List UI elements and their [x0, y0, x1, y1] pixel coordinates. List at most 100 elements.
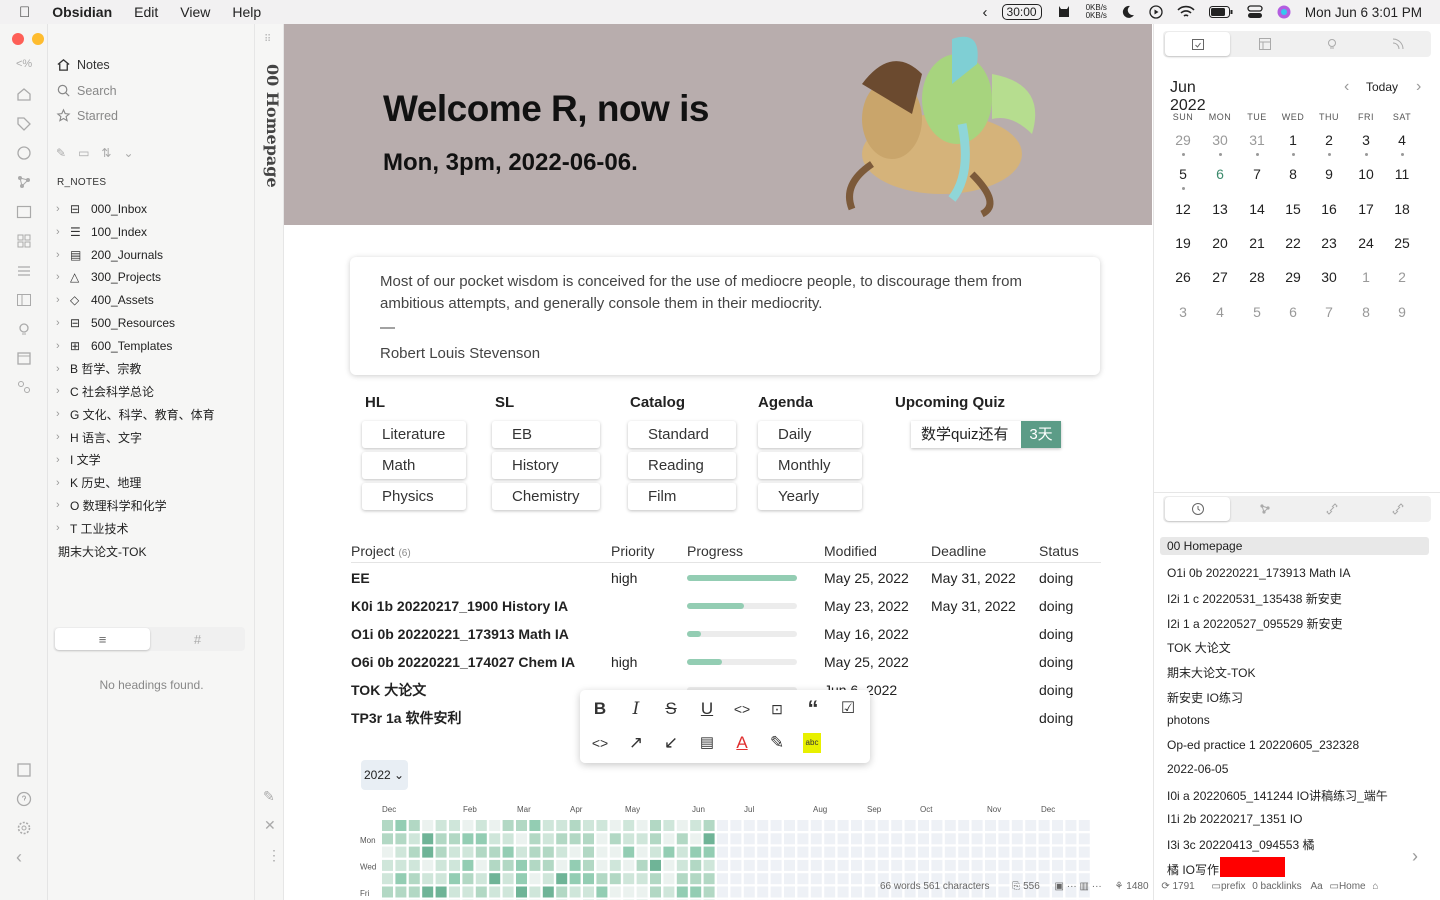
heatmap-cell[interactable] — [757, 859, 769, 871]
heatmap-cell[interactable] — [556, 820, 568, 831]
heatmap-cell[interactable] — [837, 846, 849, 858]
heatmap-cell[interactable] — [824, 873, 836, 885]
heatmap-cell[interactable] — [449, 859, 460, 871]
col-priority[interactable]: Priority — [611, 539, 655, 563]
link-button[interactable]: Yearly — [758, 483, 862, 510]
link-button[interactable]: History — [492, 452, 600, 479]
next-month-icon[interactable]: › — [1416, 78, 1421, 96]
house-icon[interactable] — [16, 86, 32, 102]
heatmap-cell[interactable] — [703, 846, 715, 858]
recent-file-item[interactable]: I0i a 20220605_141244 IO讲稿练习_端午 — [1167, 787, 1388, 804]
heatmap-cell[interactable] — [583, 886, 594, 898]
heatmap-cell[interactable] — [690, 820, 702, 831]
heatmap-cell[interactable] — [931, 846, 943, 858]
heatmap-cell[interactable] — [757, 846, 769, 858]
calendar-day[interactable]: 26 — [1165, 269, 1201, 285]
heatmap-cell[interactable] — [1011, 859, 1023, 871]
heatmap-cell[interactable] — [690, 859, 702, 871]
calendar-day[interactable]: 7 — [1311, 304, 1347, 320]
inline-code-icon[interactable]: <> — [730, 697, 754, 721]
sort-icon[interactable]: ⇅ — [101, 146, 111, 160]
heatmap-cell[interactable] — [931, 833, 943, 845]
heatmap-cell[interactable] — [395, 873, 407, 885]
heatmap-cell[interactable] — [810, 886, 822, 898]
heatmap-cell[interactable] — [851, 833, 862, 845]
heatmap-cell[interactable] — [851, 859, 862, 871]
col-project[interactable]: Project (6) — [351, 539, 411, 566]
heatmap-cell[interactable] — [784, 859, 795, 871]
folder-item[interactable]: › ⊟ 000_Inbox — [56, 199, 147, 219]
heatmap-cell[interactable] — [382, 873, 393, 885]
heatmap-cell[interactable] — [556, 859, 568, 871]
heatmap-cell[interactable] — [596, 833, 608, 845]
font-color-icon[interactable]: A — [730, 731, 754, 755]
heatmap-cell[interactable] — [462, 846, 474, 858]
folder-item[interactable]: › O 数理科学和化学 — [56, 495, 167, 515]
calendar-day[interactable]: 3 — [1165, 304, 1201, 320]
heatmap-cell[interactable] — [435, 820, 447, 831]
folder-item[interactable]: › H 语言、文字 — [56, 427, 142, 447]
calendar-day[interactable]: 17 — [1348, 201, 1384, 217]
graph-tab[interactable] — [1232, 497, 1297, 521]
heatmap-cell[interactable] — [609, 820, 621, 831]
highlight-icon[interactable]: abc — [803, 733, 821, 753]
heatmap-cell[interactable] — [1025, 846, 1037, 858]
heatmap-cell[interactable] — [717, 859, 728, 871]
calendar-day[interactable]: 13 — [1202, 201, 1238, 217]
heatmap-cell[interactable] — [529, 859, 541, 871]
heatmap-cell[interactable] — [408, 859, 420, 871]
heatmap-cell[interactable] — [931, 820, 943, 831]
heatmap-cell[interactable] — [395, 820, 407, 831]
calendar-day[interactable]: 11 — [1384, 166, 1420, 182]
calendar-day[interactable]: 19 — [1165, 235, 1201, 251]
heatmap-cell[interactable] — [810, 846, 822, 858]
heatmap-cell[interactable] — [958, 820, 970, 831]
heatmap-cell[interactable] — [676, 833, 688, 845]
project-name[interactable]: EE — [351, 564, 370, 592]
heatmap-cell[interactable] — [864, 859, 876, 871]
heatmap-cell[interactable] — [422, 846, 434, 858]
app-menu[interactable]: Obsidian — [52, 4, 112, 20]
tag-icon[interactable] — [16, 116, 32, 132]
heatmap-cell[interactable] — [529, 873, 541, 885]
heatmap-cell[interactable] — [623, 873, 635, 885]
calendar-day[interactable]: 8 — [1348, 304, 1384, 320]
heatmap-cell[interactable] — [784, 846, 795, 858]
heatmap-cell[interactable] — [690, 873, 702, 885]
heatmap-cell[interactable] — [958, 846, 970, 858]
calendar-day[interactable]: 18 — [1384, 201, 1420, 217]
folder-item[interactable]: › T 工业技术 — [56, 518, 128, 538]
heatmap-cell[interactable] — [636, 859, 648, 871]
edit-pencil-icon[interactable]: ✎ — [263, 788, 275, 805]
heatmap-cell[interactable] — [395, 833, 407, 845]
heatmap-cell[interactable] — [569, 873, 581, 885]
chevron-left-icon[interactable]: ‹ — [983, 4, 988, 21]
heatmap-cell[interactable] — [824, 846, 836, 858]
heatmap-cell[interactable] — [596, 846, 608, 858]
heatmap-cell[interactable] — [583, 873, 594, 885]
vertical-note-title[interactable]: 00 Homepage — [263, 64, 282, 188]
recent-file-item[interactable]: I1i 2b 20220217_1351 IO — [1167, 812, 1302, 826]
heatmap-cell[interactable] — [542, 820, 554, 831]
heatmap-cell[interactable] — [408, 820, 420, 831]
heatmap-cell[interactable] — [851, 873, 862, 885]
heatmap-cell[interactable] — [877, 859, 889, 871]
drag-handle-icon[interactable]: ⠿ — [264, 34, 271, 45]
recent-file-item[interactable]: 2022-06-05 — [1167, 762, 1228, 776]
recent-file-item[interactable]: 00 Homepage — [1160, 537, 1429, 555]
heatmap-cell[interactable] — [449, 886, 460, 898]
heatmap-cell[interactable] — [462, 820, 474, 831]
heatmap-cell[interactable] — [998, 820, 1010, 831]
heatmap-cell[interactable] — [609, 833, 621, 845]
collapse-left-icon[interactable]: ‹ — [16, 848, 32, 866]
pen-icon[interactable]: ✎ — [765, 731, 789, 755]
heatmap-cell[interactable] — [516, 820, 527, 831]
heatmap-cell[interactable] — [663, 873, 675, 885]
heatmap-cell[interactable] — [475, 833, 487, 845]
link-button[interactable]: EB — [492, 421, 600, 448]
outgoing-links-tab[interactable] — [1365, 497, 1430, 521]
heatmap-cell[interactable] — [489, 846, 501, 858]
strikethrough-icon[interactable]: S — [659, 697, 683, 721]
calendar-day[interactable]: 3 — [1348, 132, 1384, 148]
link-button[interactable]: Literature — [362, 421, 466, 448]
